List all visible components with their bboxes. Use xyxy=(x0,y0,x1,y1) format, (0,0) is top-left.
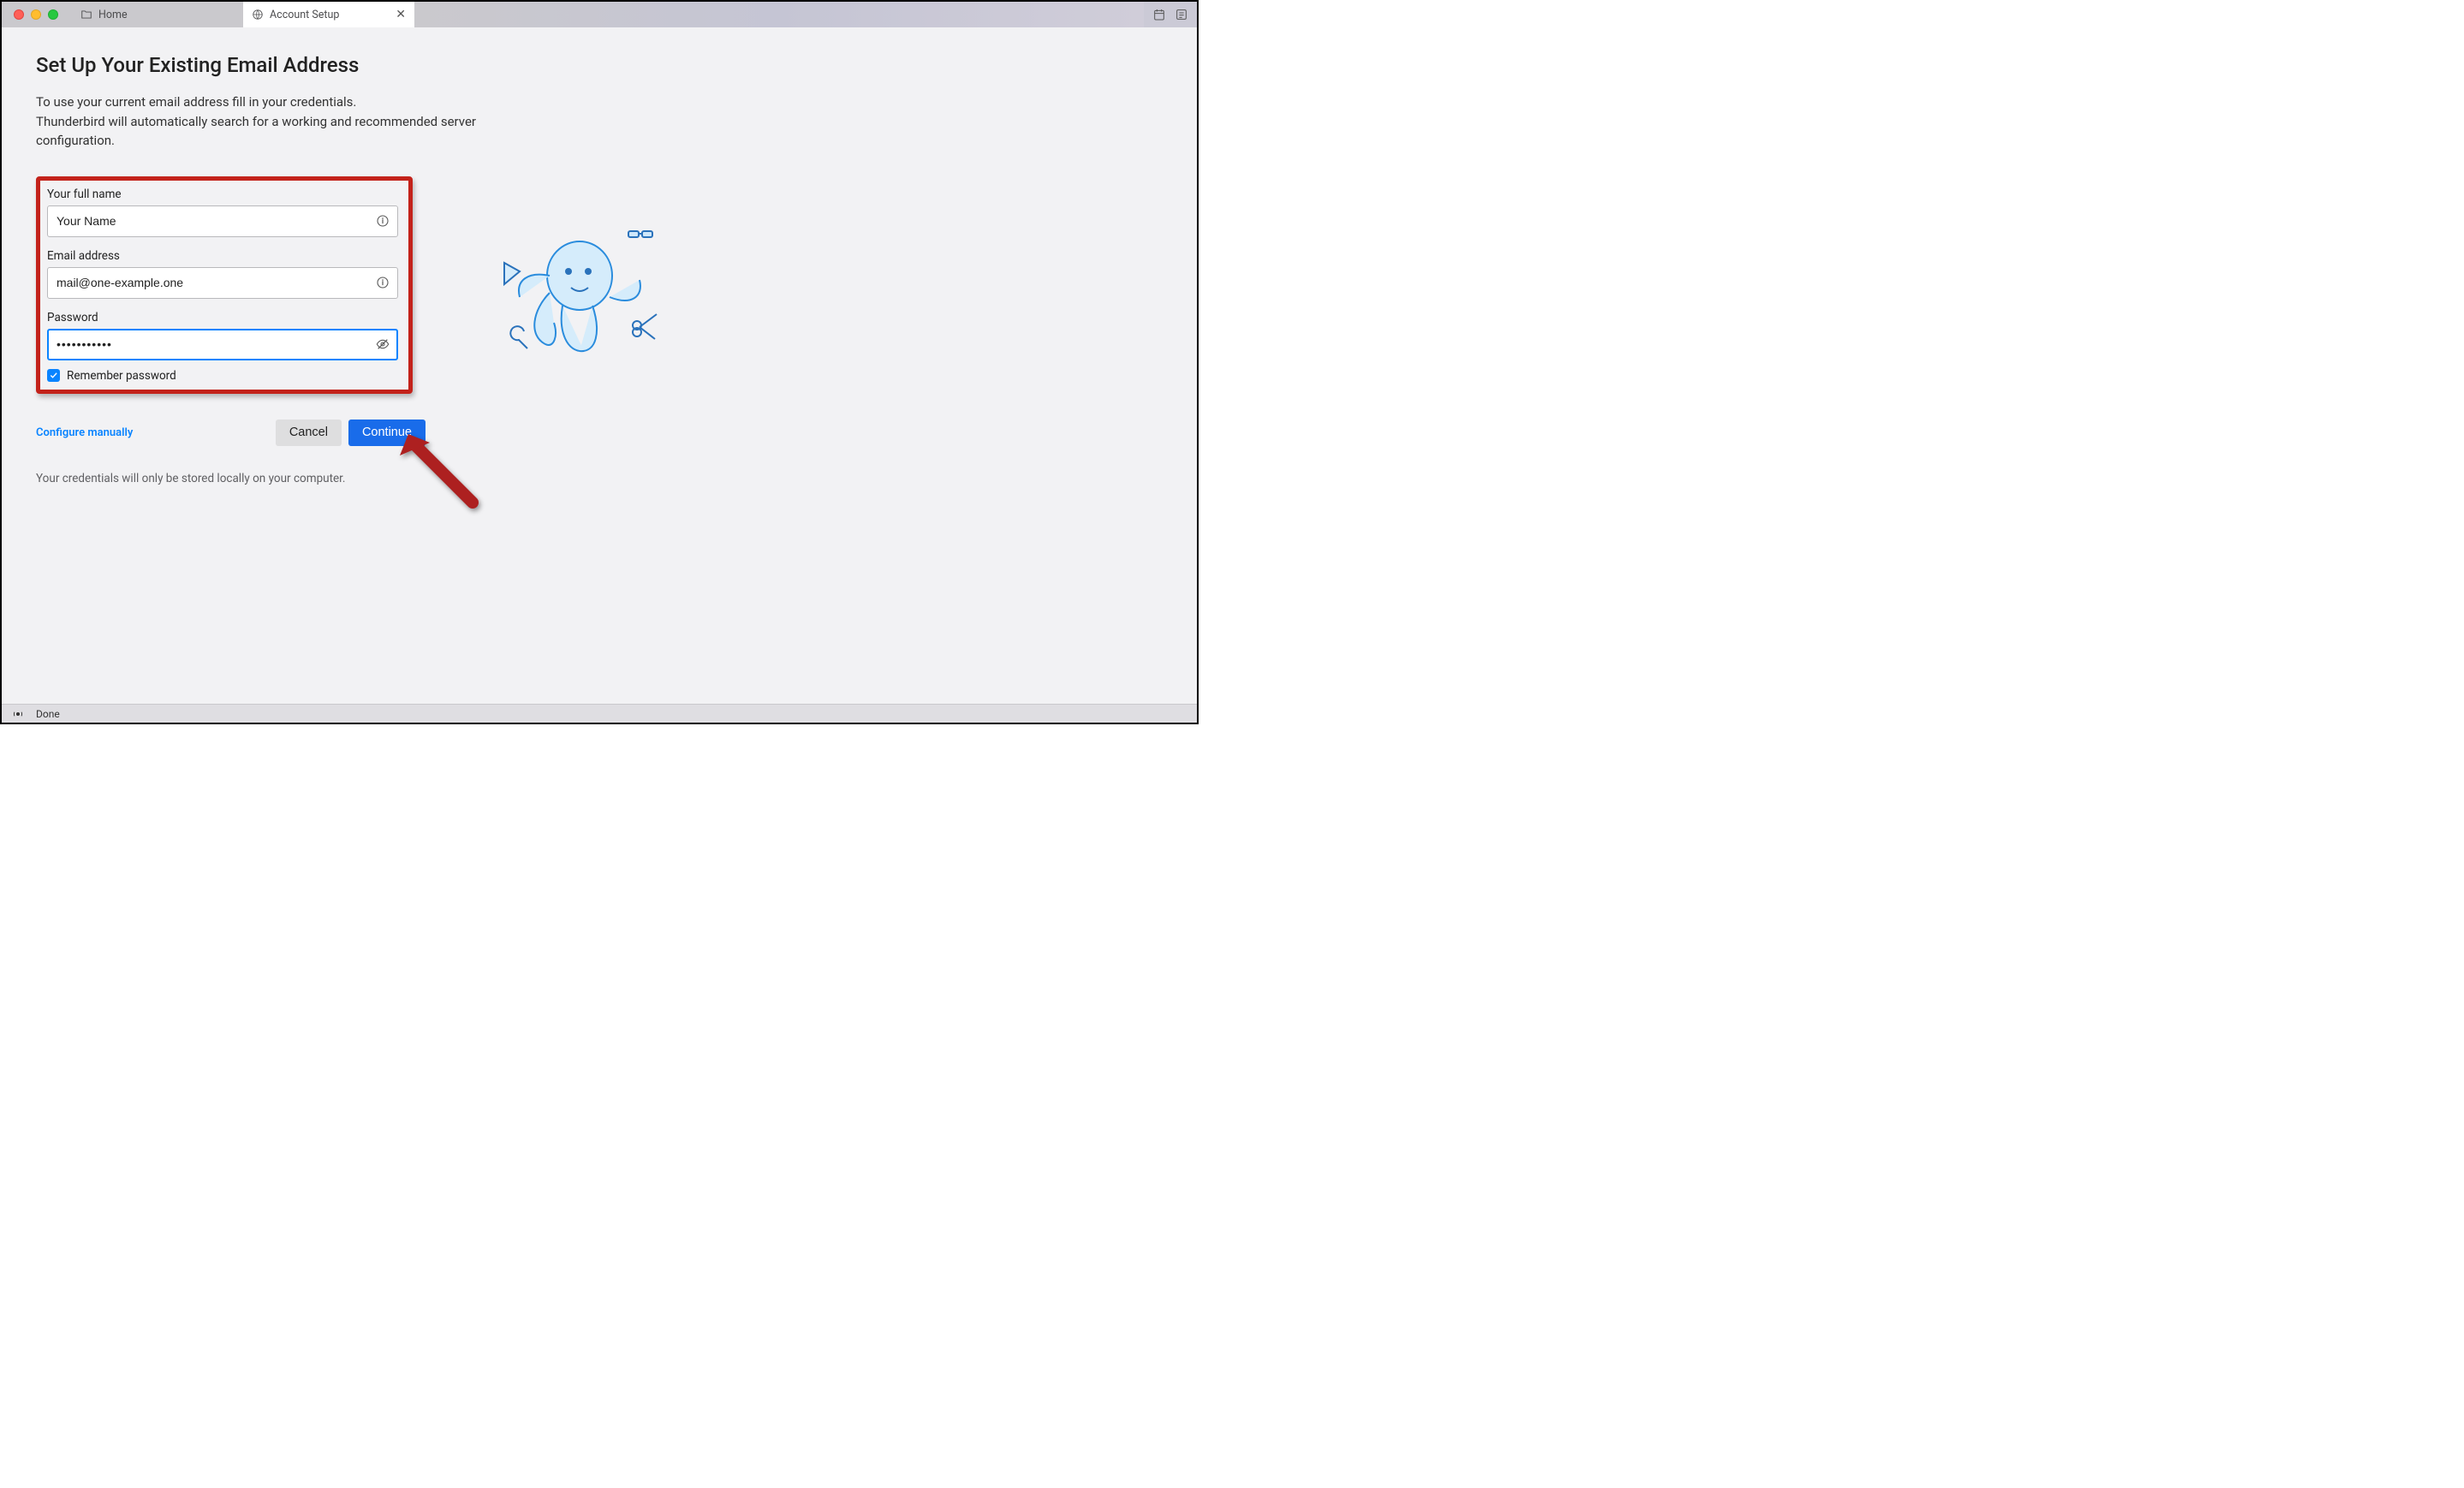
desc-line-2: Thunderbird will automatically search fo… xyxy=(36,114,476,149)
password-label: Password xyxy=(47,311,398,324)
page-description: To use your current email address fill i… xyxy=(36,92,550,151)
octopus-illustration xyxy=(490,216,678,387)
window-maximize-button[interactable] xyxy=(48,9,58,20)
password-field: Password xyxy=(47,311,398,360)
fullname-field: Your full name xyxy=(47,187,398,237)
window-controls xyxy=(2,2,72,27)
password-input[interactable] xyxy=(47,329,398,360)
remember-password-row[interactable]: Remember password xyxy=(47,369,398,383)
tasks-icon[interactable] xyxy=(1175,8,1188,21)
info-icon[interactable] xyxy=(376,276,390,289)
tab-account-setup[interactable]: Account Setup ✕ xyxy=(243,2,414,27)
info-icon[interactable] xyxy=(376,214,390,228)
configure-manually-link[interactable]: Configure manually xyxy=(36,426,133,439)
tab-home[interactable]: Home xyxy=(72,2,243,27)
form-highlight-box: Your full name Email address Password xyxy=(36,176,413,394)
window-minimize-button[interactable] xyxy=(31,9,41,20)
remember-password-checkbox[interactable] xyxy=(47,369,60,382)
tabbar-right-icons xyxy=(1144,2,1197,27)
content-area: Set Up Your Existing Email Address To us… xyxy=(2,27,1197,704)
tab-account-setup-label: Account Setup xyxy=(270,9,339,21)
fullname-input[interactable] xyxy=(47,205,398,237)
email-input[interactable] xyxy=(47,267,398,299)
folder-icon xyxy=(80,9,92,21)
arrow-annotation xyxy=(391,421,485,515)
status-bar: Done xyxy=(2,704,1197,723)
tabbar-spacer xyxy=(414,2,1144,27)
page-title: Set Up Your Existing Email Address xyxy=(36,53,550,77)
checkmark-icon xyxy=(49,371,58,380)
status-text: Done xyxy=(36,708,60,720)
tab-bar: Home Account Setup ✕ xyxy=(2,2,1197,27)
email-label: Email address xyxy=(47,249,398,263)
left-column: Set Up Your Existing Email Address To us… xyxy=(36,53,550,678)
desc-line-1: To use your current email address fill i… xyxy=(36,94,356,110)
remember-password-label: Remember password xyxy=(67,369,176,383)
app-window: Home Account Setup ✕ Set Up Your Existin… xyxy=(0,0,1199,724)
eye-off-icon[interactable] xyxy=(376,337,390,351)
globe-icon xyxy=(252,9,264,21)
buttons-row: Configure manually Cancel Continue xyxy=(36,420,426,446)
tab-close-icon[interactable]: ✕ xyxy=(396,8,406,21)
online-icon xyxy=(12,708,24,720)
fullname-label: Your full name xyxy=(47,187,398,201)
tab-home-label: Home xyxy=(98,9,128,21)
window-close-button[interactable] xyxy=(14,9,24,20)
email-field: Email address xyxy=(47,249,398,299)
calendar-icon[interactable] xyxy=(1152,8,1166,21)
cancel-button[interactable]: Cancel xyxy=(276,420,342,446)
